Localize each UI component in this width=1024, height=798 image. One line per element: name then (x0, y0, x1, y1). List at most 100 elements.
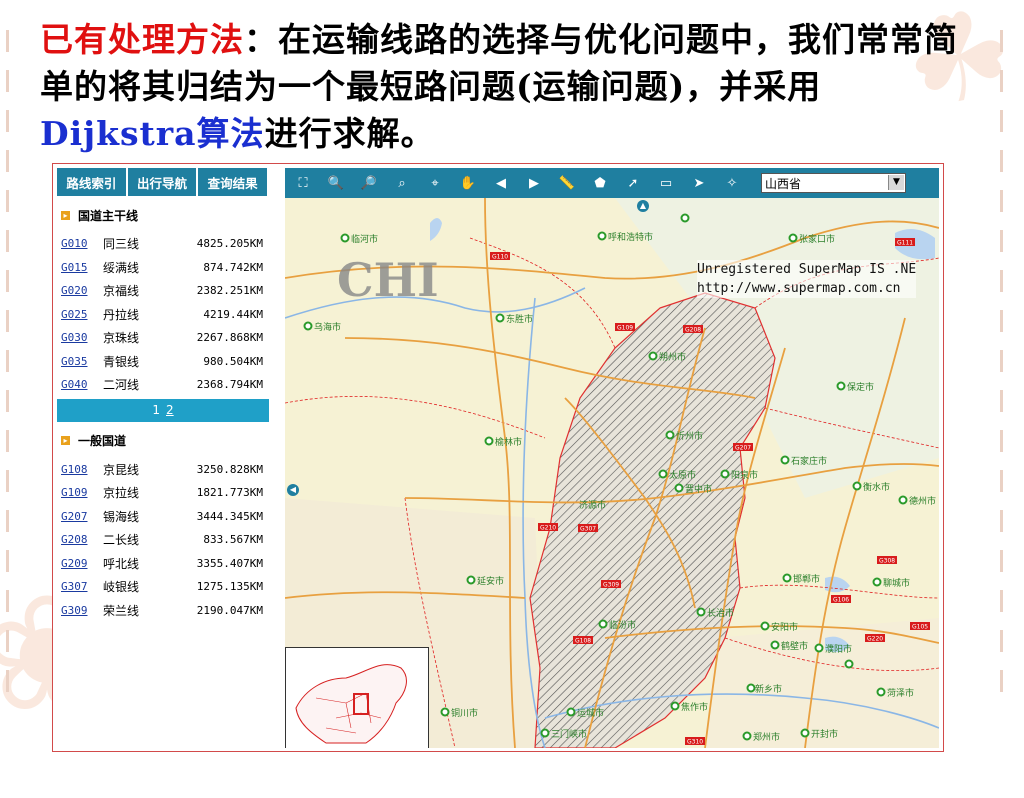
road-name: 丹拉线 (103, 307, 140, 322)
road-length: 3250.828KM (196, 462, 263, 476)
tab-travel-navigation[interactable]: 出行导航 (127, 168, 199, 196)
full-extent-icon[interactable]: ⛶ (291, 172, 315, 194)
page-2-link[interactable]: 2 (166, 403, 174, 417)
measure-area-icon[interactable]: ⬟ (588, 172, 612, 194)
svg-text:G207: G207 (735, 445, 751, 452)
city-label: 张家口市 (799, 235, 836, 245)
road-code-link[interactable]: G015 (61, 261, 103, 274)
map-view[interactable]: G110 G109 G208 G207 G307 G210 G309 G108 … (285, 198, 939, 748)
road-length: 3444.345KM (196, 509, 263, 523)
road-length: 4825.205KM (196, 237, 263, 251)
road-length: 874.742KM (203, 260, 263, 274)
city-label: 乌海市 (314, 323, 342, 333)
road-list-item: G010 同三线 4825.205KM (57, 232, 269, 256)
section-bullet-icon: ▸ (61, 436, 70, 445)
road-name: 同三线 (103, 237, 140, 252)
select-arrow-icon[interactable]: ➤ (687, 172, 711, 194)
pan-up-icon[interactable]: ▲ (637, 200, 649, 212)
province-select[interactable]: 山西省 ▼ (761, 173, 906, 193)
road-name: 岐银线 (103, 580, 140, 595)
city-label: 德州市 (909, 497, 937, 507)
measure-distance-icon[interactable]: 📏 (555, 172, 579, 194)
select-rect-icon[interactable]: ▭ (654, 172, 678, 194)
road-length: 2190.047KM (196, 603, 263, 617)
tab-query-results[interactable]: 查询结果 (198, 168, 270, 196)
road-code-link[interactable]: G209 (61, 557, 103, 570)
road-code-link[interactable]: G309 (61, 604, 103, 617)
road-list-item: G108 京昆线 3250.828KM (57, 458, 269, 482)
road-length: 833.567KM (203, 533, 263, 547)
svg-text:G210: G210 (540, 525, 556, 532)
city-label: 衡水市 (863, 483, 891, 493)
road-code-link[interactable]: G307 (61, 580, 103, 593)
section-bullet-icon: ▸ (61, 210, 70, 220)
province-select-value: 山西省 (765, 176, 802, 191)
road-name: 京珠线 (103, 331, 140, 346)
road-list-item: G025 丹拉线 4219.44KM (57, 303, 269, 327)
road-name: 京昆线 (103, 462, 140, 477)
tab-route-index[interactable]: 路线索引 (57, 168, 128, 196)
city-label: 长治市 (707, 609, 735, 619)
city-label: 菏泽市 (887, 689, 915, 699)
section-header-general-roads: ▸ 一般国道 (61, 430, 269, 452)
road-length: 3355.407KM (196, 556, 263, 570)
city-label: 太原市 (669, 471, 697, 481)
svg-text:G110: G110 (492, 254, 508, 261)
svg-text:G106: G106 (833, 597, 849, 604)
road-code-link[interactable]: G030 (61, 331, 103, 344)
road-name: 绥满线 (103, 260, 140, 275)
chevron-down-icon: ▼ (888, 175, 904, 190)
city-label: 临汾市 (609, 621, 637, 631)
road-name: 荣兰线 (103, 603, 140, 618)
city-label: 榆林市 (495, 438, 523, 448)
svg-text:G309: G309 (603, 582, 619, 589)
notice-line-2: http://www.supermap.com.cn (697, 281, 901, 296)
road-code-link[interactable]: G020 (61, 284, 103, 297)
road-list-item: G040 二河线 2368.794KM (57, 373, 269, 397)
city-label: 东胜市 (506, 315, 534, 325)
city-label: 呼和浩特市 (608, 233, 654, 243)
pan-left-icon[interactable]: ◀ (287, 484, 299, 496)
city-label: 濮阳市 (825, 645, 853, 655)
overview-map-drawing (286, 648, 428, 748)
right-dotted-border (1000, 30, 1006, 798)
road-code-link[interactable]: G040 (61, 378, 103, 391)
road-code-link[interactable]: G035 (61, 355, 103, 368)
zoom-in-icon[interactable]: 🔍 (324, 172, 348, 194)
map-application-window: 路线索引 出行导航 查询结果 ▸ 国道主干线 G010 同三线 4825.205KM… (52, 163, 944, 752)
zoom-region-icon[interactable]: ⌖ (423, 172, 447, 194)
general-road-list: G108 京昆线 3250.828KM G109 京拉线 1821.773KM G207 锡海… (57, 458, 269, 623)
road-length: 2382.251KM (196, 284, 263, 298)
previous-view-icon[interactable]: ◀ (489, 172, 513, 194)
route-index-panel: 路线索引 出行导航 查询结果 ▸ 国道主干线 G010 同三线 4825.205KM… (57, 168, 270, 746)
city-label: 济源市 (579, 501, 607, 511)
next-view-icon[interactable]: ▶ (522, 172, 546, 194)
clear-selection-icon[interactable]: ✧ (720, 172, 744, 194)
road-list-item: G020 京福线 2382.251KM (57, 279, 269, 303)
city-label: 焦作市 (681, 703, 709, 713)
city-label: 临河市 (351, 235, 379, 245)
road-code-link[interactable]: G010 (61, 237, 103, 250)
pan-hand-icon[interactable]: ✋ (456, 172, 480, 194)
road-length: 4219.44KM (203, 307, 263, 321)
city-label: 三门峡市 (551, 730, 588, 740)
pager: 1 2 (57, 398, 269, 422)
road-length: 2368.794KM (196, 378, 263, 392)
road-name: 锡海线 (103, 509, 140, 524)
road-code-link[interactable]: G025 (61, 308, 103, 321)
svg-text:G220: G220 (867, 636, 883, 643)
road-code-link[interactable]: G108 (61, 463, 103, 476)
overview-map[interactable] (285, 647, 429, 748)
zoom-box-icon[interactable]: ⌕ (390, 172, 414, 194)
road-code-link[interactable]: G109 (61, 486, 103, 499)
svg-text:G208: G208 (685, 327, 701, 334)
city-label: 延安市 (477, 577, 505, 587)
zoom-out-icon[interactable]: 🔎 (357, 172, 381, 194)
road-length: 2267.868KM (196, 331, 263, 345)
road-code-link[interactable]: G207 (61, 510, 103, 523)
road-list-item: G207 锡海线 3444.345KM (57, 505, 269, 529)
headline-dijkstra: Dijkstra算法 (40, 114, 265, 153)
road-code-link[interactable]: G208 (61, 533, 103, 546)
select-point-icon[interactable]: ➚ (621, 172, 645, 194)
city-label: 铜川市 (451, 709, 479, 719)
